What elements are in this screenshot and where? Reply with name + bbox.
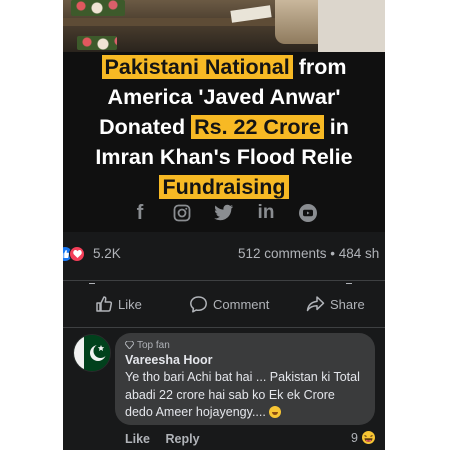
post-stats: 5.2K 512 comments • 484 sh xyxy=(63,240,385,268)
divider-fragment xyxy=(346,283,352,288)
headline-text: in xyxy=(323,115,349,139)
smile-emoji-icon xyxy=(269,406,282,418)
comment-label: Comment xyxy=(213,296,270,312)
comment-body: Ye tho bari Achi bat hai ... Pakistan ki… xyxy=(125,370,360,419)
post-action-bar: Like Comment Share xyxy=(63,280,385,328)
post-image[interactable]: Pakistani National from America 'Javed A… xyxy=(63,0,385,232)
youtube-icon xyxy=(297,202,319,224)
reaction-count[interactable]: 5.2K xyxy=(93,246,121,261)
headline-line-3: Donated Rs. 22 Crore in xyxy=(63,112,385,142)
comments-shares-count[interactable]: 512 comments • 484 sh xyxy=(238,246,379,261)
headline-highlight: Rs. 22 Crore xyxy=(191,115,324,139)
linkedin-icon: in xyxy=(257,202,275,223)
share-label: Share xyxy=(330,296,365,312)
comment-reactions[interactable]: 9 xyxy=(351,430,376,445)
person-clothing xyxy=(318,0,385,52)
comment-text: Ye tho bari Achi bat hai ... Pakistan ki… xyxy=(125,369,365,422)
like-button[interactable]: Like xyxy=(95,293,142,315)
facebook-icon: f xyxy=(136,201,144,224)
flower-vase xyxy=(71,0,125,16)
photo-strip xyxy=(63,0,385,52)
headline-highlight: Pakistani National xyxy=(101,55,293,79)
headline-text: Donated xyxy=(99,115,192,139)
comment-item: Top fan Vareesha Hoor Ye tho bari Achi b… xyxy=(63,326,385,450)
comment-bubble-icon xyxy=(190,295,207,313)
headline-line-1: Pakistani National from xyxy=(63,52,385,82)
diamond-icon xyxy=(125,341,134,349)
headline-line-2: America 'Javed Anwar' xyxy=(107,85,341,109)
badge-label: Top fan xyxy=(137,339,170,351)
top-fan-badge: Top fan xyxy=(125,339,365,351)
facebook-post-screen: Pakistani National from America 'Javed A… xyxy=(63,0,385,450)
reaction-icons[interactable] xyxy=(63,246,87,262)
headline-highlight: Fundraising xyxy=(159,175,289,199)
comment-bubble[interactable]: Top fan Vareesha Hoor Ye tho bari Achi b… xyxy=(115,333,375,425)
laughing-emoji-icon xyxy=(360,430,376,445)
thumbs-up-icon xyxy=(96,296,113,312)
comment-button[interactable]: Comment xyxy=(189,293,269,315)
comment-reply-button[interactable]: Reply xyxy=(166,432,200,446)
comment-reaction-count: 9 xyxy=(351,430,358,445)
commenter-name[interactable]: Vareesha Hoor xyxy=(125,353,365,367)
headline-line-4: Imran Khan's Flood Relie xyxy=(95,145,353,169)
post-headline: Pakistani National from America 'Javed A… xyxy=(63,52,385,202)
love-reaction-icon xyxy=(69,246,85,262)
instagram-icon xyxy=(171,202,193,224)
twitter-icon xyxy=(213,202,235,224)
headline-line-5: Fundraising xyxy=(63,172,385,202)
headline-text: from xyxy=(292,55,347,79)
like-label: Like xyxy=(118,296,142,312)
social-icons-row: f in xyxy=(63,200,385,226)
comment-like-button[interactable]: Like xyxy=(125,432,150,446)
flower-vase xyxy=(77,36,117,50)
comment-actions: Like Reply xyxy=(125,432,212,446)
avatar[interactable] xyxy=(73,334,111,372)
divider-fragment xyxy=(89,283,95,288)
share-button[interactable]: Share xyxy=(306,293,365,315)
share-arrow-icon xyxy=(306,296,325,312)
